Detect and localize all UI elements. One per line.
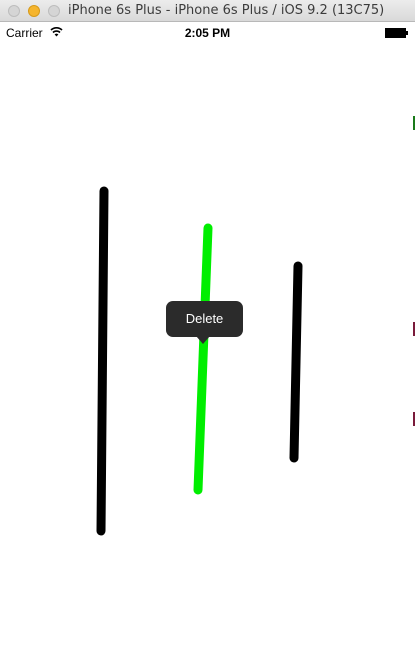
stroke-black-left[interactable] xyxy=(96,186,109,536)
menu-pointer-arrow xyxy=(196,336,210,344)
status-bar: Carrier 2:05 PM xyxy=(0,22,415,42)
title-bar[interactable]: iPhone 6s Plus - iPhone 6s Plus / iOS 9.… xyxy=(0,0,415,22)
device-screen[interactable]: Carrier 2:05 PM Delete xyxy=(0,22,415,661)
close-window-button[interactable] xyxy=(8,5,20,17)
status-time: 2:05 PM xyxy=(184,26,231,40)
drawing-canvas[interactable] xyxy=(0,42,415,661)
delete-menu-item[interactable]: Delete xyxy=(166,301,243,337)
simulator-window: iPhone 6s Plus - iPhone 6s Plus / iOS 9.… xyxy=(0,0,415,661)
stroke-green-selected[interactable] xyxy=(193,223,213,495)
zoom-window-button[interactable] xyxy=(48,5,60,17)
stroke-black-right[interactable] xyxy=(289,261,303,463)
minimize-window-button[interactable] xyxy=(28,5,40,17)
window-title: iPhone 6s Plus - iPhone 6s Plus / iOS 9.… xyxy=(68,3,385,18)
battery-icon xyxy=(385,28,408,38)
